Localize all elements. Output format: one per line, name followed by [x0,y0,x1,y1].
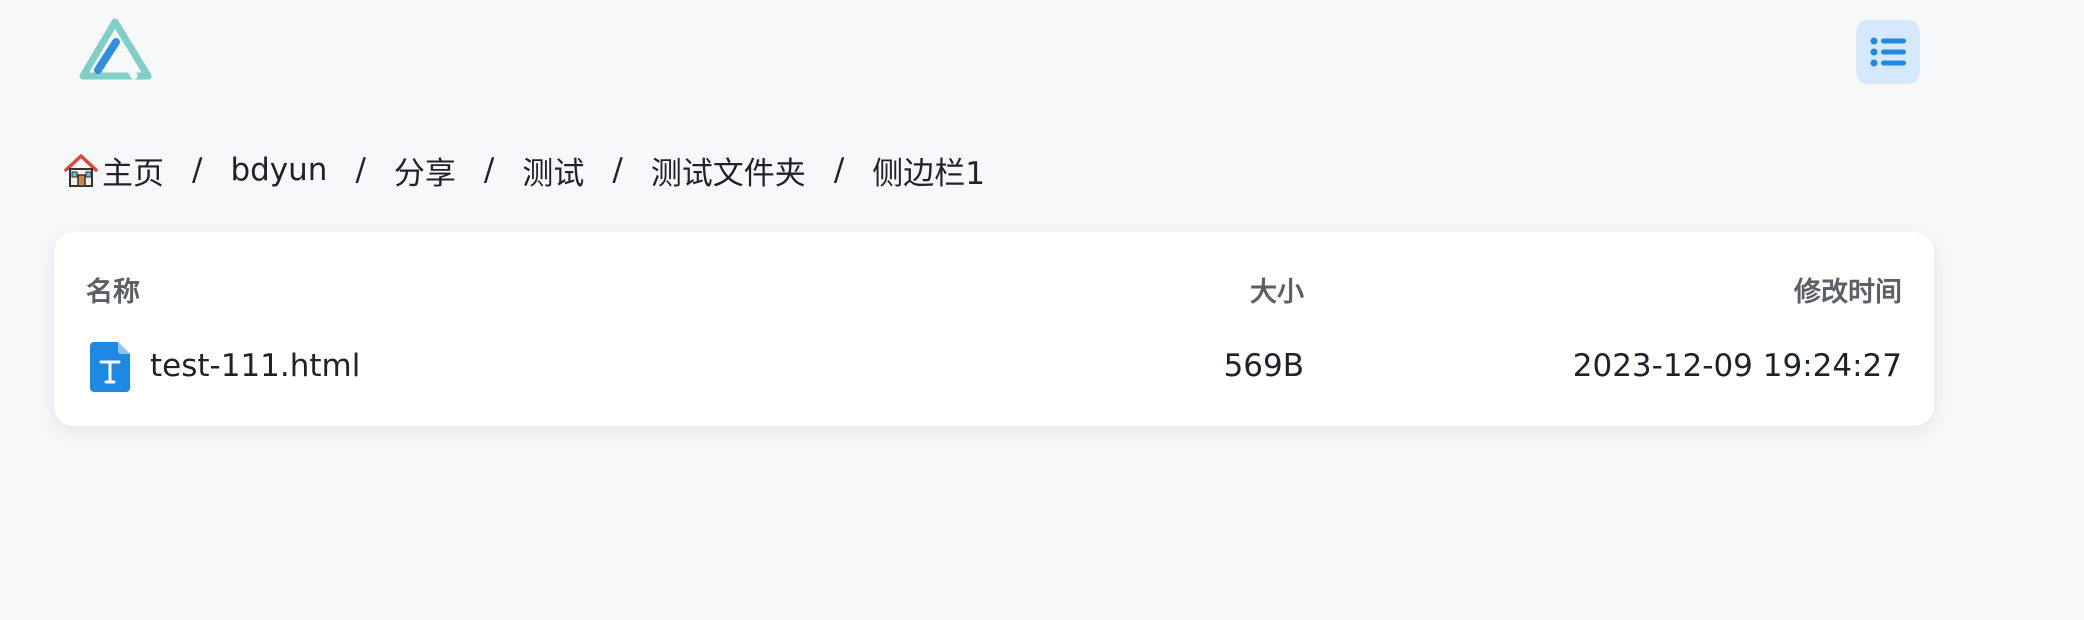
file-list-card: 名称 大小 修改时间 test-111.html 569B 2023-12-09… [54,232,1934,426]
menu-button[interactable] [1856,20,1920,84]
table-header: 名称 大小 修改时间 [54,232,1934,340]
breadcrumb-separator: / [483,152,495,188]
breadcrumb-separator: / [192,152,203,188]
column-header-name[interactable]: 名称 [86,270,140,309]
top-header [0,0,2084,110]
app-logo-icon[interactable] [78,18,152,82]
breadcrumb-separator: / [833,152,845,188]
file-name[interactable]: test-111.html [150,348,360,384]
breadcrumb-item-sidebar1[interactable]: 侧边栏1 [872,148,985,193]
breadcrumb-separator: / [612,152,623,188]
breadcrumb-item-share[interactable]: 分享 [394,148,456,193]
breadcrumb: 主页 / bdyun / 分享 / 测试 / 测试文件夹 / 侧边栏1 [62,146,985,194]
text-file-icon [90,342,130,392]
file-modified-time: 2023-12-09 19:24:27 [1572,348,1902,384]
breadcrumb-label-home: 主页 [102,155,164,192]
column-header-modified[interactable]: 修改时间 [1794,270,1902,309]
breadcrumb-item-test[interactable]: 测试 [522,148,584,193]
breadcrumb-item-test-folder[interactable]: 测试文件夹 [651,148,806,193]
column-header-size[interactable]: 大小 [1250,270,1304,309]
table-row[interactable]: test-111.html 569B 2023-12-09 19:24:27 [54,340,1934,412]
list-menu-icon [1870,37,1906,67]
breadcrumb-item-bdyun[interactable]: bdyun [230,152,327,188]
home-icon [64,154,98,187]
breadcrumb-item-home[interactable]: 主页 [62,148,164,193]
file-size: 569B [1223,348,1304,384]
breadcrumb-separator: / [355,152,366,188]
